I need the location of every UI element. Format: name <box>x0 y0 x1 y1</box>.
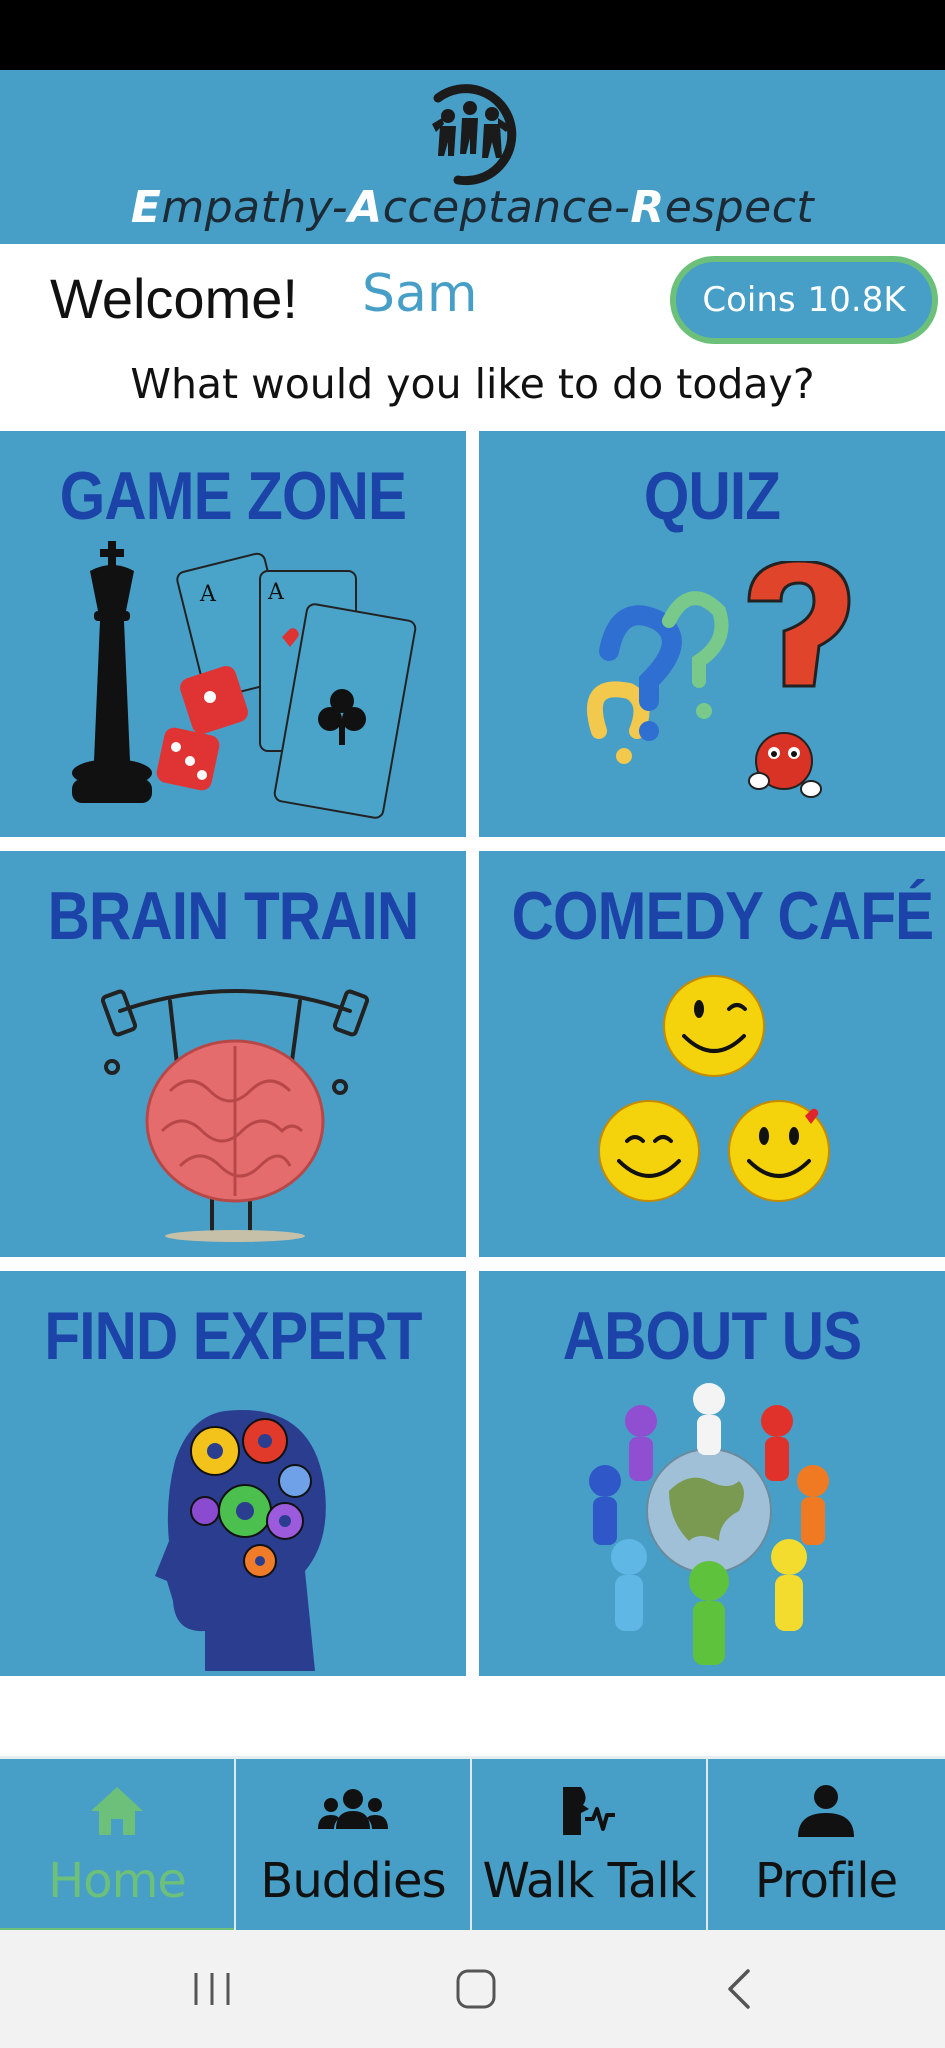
app-header: Empathy-Acceptance-Respect <box>0 70 945 244</box>
coins-value: 10.8K <box>807 280 906 320</box>
tile-title: GAME ZONE <box>59 458 407 534</box>
brain-lifting-icon <box>100 989 370 1242</box>
tab-buddies[interactable]: Buddies <box>236 1759 472 1930</box>
three-people-logo-icon <box>432 84 517 186</box>
group-icon <box>318 1789 388 1829</box>
home-button-icon <box>456 1969 496 2009</box>
people-around-globe-icon <box>589 1383 829 1665</box>
tile-title: BRAIN TRAIN <box>47 878 419 954</box>
svg-text:A: A <box>199 582 217 607</box>
system-nav-bar <box>0 1930 945 2048</box>
spacer <box>0 1676 945 1756</box>
walk-talk-icon <box>563 1787 615 1835</box>
person-icon <box>798 1785 854 1837</box>
svg-text:A: A <box>267 580 285 605</box>
tile-comedy-cafe[interactable]: COMEDY CAFÉ <box>479 851 945 1257</box>
coins-badge[interactable]: Coins 10.8K <box>670 256 938 344</box>
head-gears-icon <box>155 1410 326 1671</box>
welcome-row: Welcome! Sam Coins 10.8K <box>0 244 945 356</box>
username: Sam <box>362 264 478 324</box>
tagline: Empathy-Acceptance-Respect <box>130 182 815 233</box>
smiley-faces-icon <box>599 975 830 1202</box>
tile-game-zone[interactable]: GAME ZONE A A <box>0 431 466 837</box>
tab-label: Buddies <box>260 1853 446 1909</box>
tab-walk-talk[interactable]: Walk Talk <box>472 1759 708 1930</box>
question-marks-icon <box>586 561 851 798</box>
home-icon <box>91 1787 143 1835</box>
recent-apps-icon <box>194 1973 230 2005</box>
tile-find-expert[interactable]: FIND EXPERT <box>0 1271 466 1677</box>
recent-apps-button[interactable] <box>172 1958 252 2020</box>
activity-grid: GAME ZONE A A QUIZ BRAIN TRAIN COMEDY CA… <box>0 431 945 1677</box>
welcome-text: Welcome! <box>50 267 298 330</box>
tab-label: Profile <box>754 1853 898 1909</box>
coins-label: Coins <box>702 280 796 320</box>
tile-title: ABOUT US <box>562 1298 862 1374</box>
tab-profile[interactable]: Profile <box>708 1759 944 1930</box>
tile-title: QUIZ <box>643 458 781 534</box>
tile-brain-train[interactable]: BRAIN TRAIN <box>0 851 466 1257</box>
tab-home[interactable]: Home <box>0 1759 236 1934</box>
tab-label: Home <box>48 1853 187 1909</box>
bottom-tab-bar: Home Buddies Walk Talk Profile <box>0 1756 945 1934</box>
prompt-text: What would you like to do today? <box>130 360 815 408</box>
tile-title: FIND EXPERT <box>44 1298 422 1374</box>
status-bar <box>0 0 945 70</box>
back-icon <box>728 1969 750 2009</box>
chess-cards-dice-icon: A A <box>72 541 417 819</box>
home-button[interactable] <box>436 1958 516 2020</box>
tab-label: Walk Talk <box>482 1853 696 1909</box>
tile-about-us[interactable]: ABOUT US <box>479 1271 945 1677</box>
tile-quiz[interactable]: QUIZ <box>479 431 945 837</box>
back-button[interactable] <box>700 1958 780 2020</box>
tile-title: COMEDY CAFÉ <box>511 878 934 954</box>
